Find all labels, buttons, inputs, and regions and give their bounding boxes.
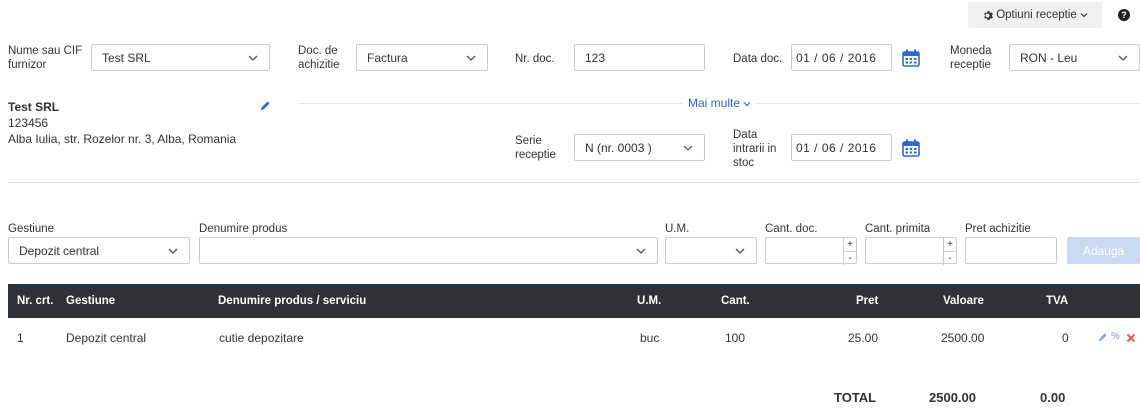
calendar-icon[interactable] bbox=[902, 139, 920, 157]
currency-label: Moneda receptie bbox=[950, 45, 992, 71]
cell-produs: cutie depozitare bbox=[219, 331, 304, 345]
total-value: 2500.00 bbox=[929, 390, 976, 405]
col-gestiune: Gestiune bbox=[66, 295, 116, 307]
cell-pret: 25.00 bbox=[848, 331, 879, 345]
um-label: U.M. bbox=[665, 223, 690, 235]
series-value: N (nr. 0003 ) bbox=[585, 140, 652, 155]
supplier-address: Alba Iulia, str. Rozelor nr. 3, Alba, Ro… bbox=[8, 132, 237, 146]
series-select[interactable]: N (nr. 0003 ) bbox=[574, 134, 705, 161]
gear-icon bbox=[984, 10, 994, 20]
percent-icon[interactable]: % bbox=[1111, 331, 1120, 342]
col-nr: Nr. crt. bbox=[17, 295, 54, 307]
question-circle-icon[interactable]: ? bbox=[1118, 9, 1130, 21]
col-pret: Pret bbox=[856, 295, 879, 307]
options-receptie-button[interactable]: Optiuni receptie bbox=[968, 2, 1102, 28]
total-label: TOTAL bbox=[834, 390, 877, 405]
col-produs: Denumire produs / serviciu bbox=[218, 295, 367, 307]
gestiune-value: Depozit central bbox=[19, 243, 100, 258]
col-cant: Cant. bbox=[721, 295, 750, 307]
qty-doc-label: Cant. doc. bbox=[765, 223, 818, 235]
chevron-down-icon bbox=[248, 55, 258, 61]
calendar-icon[interactable] bbox=[902, 49, 920, 67]
supplier-select[interactable]: Test SRL bbox=[91, 44, 270, 71]
chevron-down-icon bbox=[735, 248, 745, 254]
doc-nr-value: 123 bbox=[585, 50, 606, 65]
chevron-down-icon bbox=[466, 55, 476, 61]
doc-date-label: Data doc. bbox=[733, 53, 783, 65]
minus-icon[interactable]: - bbox=[944, 252, 956, 265]
col-um: U.M. bbox=[637, 295, 662, 307]
qty-recv-input[interactable]: + - bbox=[865, 237, 957, 265]
stock-date-label: Data intrarii in stoc bbox=[733, 129, 777, 169]
col-tva: TVA bbox=[1046, 295, 1069, 307]
add-button[interactable]: Adauga bbox=[1067, 237, 1140, 264]
cell-tva: 0 bbox=[1062, 331, 1069, 345]
divider bbox=[298, 103, 682, 104]
gestiune-label: Gestiune bbox=[8, 223, 55, 235]
supplier-cif: 123456 bbox=[8, 116, 49, 130]
chevron-down-icon bbox=[168, 248, 178, 254]
doc-nr-label: Nr. doc. bbox=[515, 53, 555, 65]
doc-type-label: Doc. de achizitie bbox=[298, 45, 340, 71]
doc-type-value: Factura bbox=[367, 50, 408, 65]
supplier-label: Nume sau CIF furnizor bbox=[8, 45, 83, 71]
product-label: Denumire produs bbox=[199, 223, 288, 235]
stock-date-value: 01 / 06 / 2016 bbox=[796, 140, 877, 155]
chevron-down-icon bbox=[743, 102, 751, 107]
doc-date-input[interactable]: 01 / 06 / 2016 bbox=[791, 44, 892, 71]
stock-date-input[interactable]: 01 / 06 / 2016 bbox=[791, 134, 892, 161]
doc-nr-input[interactable]: 123 bbox=[574, 44, 705, 71]
supplier-name: Test SRL bbox=[8, 100, 60, 114]
product-select[interactable] bbox=[199, 237, 658, 264]
currency-value: RON - Leu bbox=[1020, 50, 1078, 65]
chevron-down-icon bbox=[636, 248, 646, 254]
pencil-icon[interactable] bbox=[259, 100, 271, 112]
cell-gestiune: Depozit central bbox=[66, 331, 147, 345]
price-label: Pret achizitie bbox=[965, 223, 1031, 235]
divider bbox=[757, 103, 1140, 104]
gestiune-select[interactable]: Depozit central bbox=[8, 237, 190, 264]
um-select[interactable] bbox=[665, 237, 757, 264]
plus-icon[interactable]: + bbox=[844, 238, 856, 252]
series-label: Serie receptie bbox=[515, 135, 556, 161]
edit-row-icon[interactable] bbox=[1097, 332, 1108, 343]
doc-type-select[interactable]: Factura bbox=[356, 44, 488, 71]
minus-icon[interactable]: - bbox=[844, 252, 856, 265]
cell-nr: 1 bbox=[17, 331, 24, 345]
col-valoare: Valoare bbox=[943, 295, 984, 307]
currency-select[interactable]: RON - Leu bbox=[1009, 44, 1140, 71]
delete-icon[interactable] bbox=[1126, 333, 1136, 343]
cell-um: buc bbox=[640, 331, 660, 345]
qty-recv-stepper[interactable]: + - bbox=[943, 238, 956, 265]
cell-valoare: 2500.00 bbox=[941, 331, 985, 345]
qty-recv-label: Cant. primita bbox=[865, 223, 931, 235]
plus-icon[interactable]: + bbox=[944, 238, 956, 252]
supplier-select-value: Test SRL bbox=[102, 50, 151, 65]
price-input[interactable] bbox=[965, 237, 1057, 264]
more-link-label: Mai multe bbox=[688, 96, 741, 110]
qty-doc-input[interactable]: + - bbox=[765, 237, 857, 265]
doc-date-value: 01 / 06 / 2016 bbox=[796, 50, 877, 65]
options-receptie-label: Optiuni receptie bbox=[996, 9, 1077, 21]
chevron-down-icon bbox=[1118, 55, 1128, 61]
chevron-down-icon bbox=[1080, 13, 1088, 18]
section-divider bbox=[8, 182, 1140, 183]
more-link[interactable]: Mai multe bbox=[688, 96, 751, 110]
total-tva: 0.00 bbox=[1040, 390, 1066, 405]
chevron-down-icon bbox=[683, 145, 693, 151]
qty-doc-stepper[interactable]: + - bbox=[843, 238, 856, 265]
cell-cant: 100 bbox=[725, 331, 746, 345]
table-header: Nr. crt. Gestiune Denumire produs / serv… bbox=[8, 284, 1140, 318]
